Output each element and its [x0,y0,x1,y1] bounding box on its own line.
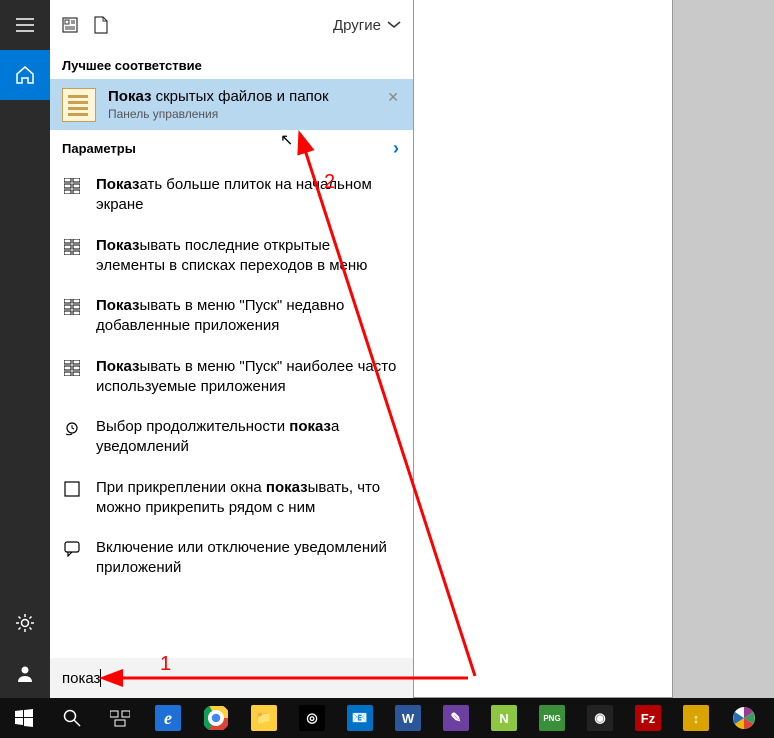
apps-filter-icon[interactable] [62,17,78,33]
taskbar-picasa-button[interactable] [720,698,768,738]
taskbar-ie-button[interactable]: e [144,698,192,738]
home-icon [15,65,35,85]
taskbar-start-button[interactable] [0,698,48,738]
tiles-icon [64,175,82,194]
settings-result-item[interactable]: Выбор продолжительности показа уведомлен… [50,407,413,468]
settings-button[interactable] [0,598,50,648]
clock-icon [64,417,82,436]
settings-result-item[interactable]: При прикреплении окна показывать, что мо… [50,468,413,529]
taskbar-winscp-button[interactable]: ↕ [672,698,720,738]
settings-section-header[interactable]: Параметры › [50,130,413,165]
settings-result-item[interactable]: Показывать в меню "Пуск" наиболее часто … [50,347,413,408]
tiles-icon [64,357,82,376]
taskbar-chrome-button[interactable] [192,698,240,738]
start-search-panel: Другие Лучшее соответствие Показ скрытых… [0,0,413,698]
best-match-subtitle: Панель управления [108,107,329,123]
best-match-title: Показ скрытых файлов и папок [108,87,329,107]
taskbar-taskview-button[interactable] [96,698,144,738]
taskbar-word-button[interactable]: W [384,698,432,738]
filter-dropdown[interactable]: Другие [333,17,401,34]
start-side-rail [0,0,50,698]
control-panel-icon [62,88,96,122]
chevron-right-icon[interactable]: › [393,138,399,159]
result-item-label: Показывать в меню "Пуск" недавно добавле… [96,296,399,337]
search-top-bar: Другие [50,0,413,50]
settings-result-item[interactable]: Показывать последние открытые элементы в… [50,226,413,287]
settings-results-list: Показать больше плиток на начальном экра… [50,165,413,589]
home-button[interactable] [0,50,50,100]
background-window [413,0,673,698]
hamburger-button[interactable] [0,0,50,50]
taskbar-lightshot-button[interactable]: ✎ [432,698,480,738]
chevron-down-icon [387,21,401,29]
remove-best-match-button[interactable]: ✕ [387,89,399,106]
result-item-label: Показывать последние открытые элементы в… [96,236,399,277]
settings-result-item[interactable]: Показывать в меню "Пуск" недавно добавле… [50,286,413,347]
tiles-icon [64,296,82,315]
taskbar: e 📁◎📧W✎NPNG◉Fz↕ [0,698,774,738]
user-icon [15,663,35,683]
taskbar-explorer-button[interactable]: 📁 [240,698,288,738]
taskbar-obs-button[interactable]: ◉ [576,698,624,738]
result-item-label: Включение или отключение уведомлений при… [96,538,399,579]
taskbar-outlook-button[interactable]: 📧 [336,698,384,738]
square-icon [64,478,82,497]
gear-icon [15,613,35,633]
result-item-label: Показывать в меню "Пуск" наиболее часто … [96,357,399,398]
taskbar-png-button[interactable]: PNG [528,698,576,738]
hamburger-icon [16,18,34,32]
taskbar-filezilla-button[interactable]: Fz [624,698,672,738]
search-input-row[interactable]: показ [50,658,413,698]
user-button[interactable] [0,648,50,698]
filter-dropdown-label: Другие [333,17,381,34]
result-item-label: Выбор продолжительности показа уведомлен… [96,417,399,458]
settings-result-item[interactable]: Показать больше плиток на начальном экра… [50,165,413,226]
result-item-label: Показать больше плиток на начальном экра… [96,175,399,216]
settings-section-label: Параметры [62,141,136,156]
documents-filter-icon[interactable] [94,16,108,34]
balloon-icon [64,538,82,557]
settings-result-item[interactable]: Включение или отключение уведомлений при… [50,528,413,589]
taskbar-aimp-button[interactable]: ◎ [288,698,336,738]
best-match-header: Лучшее соответствие [50,50,413,79]
taskbar-notepadpp-button[interactable]: N [480,698,528,738]
tiles-icon [64,236,82,255]
result-item-label: При прикреплении окна показывать, что мо… [96,478,399,519]
taskbar-search-button[interactable] [48,698,96,738]
best-match-result[interactable]: Показ скрытых файлов и папок Панель упра… [50,79,413,130]
search-results-column: Другие Лучшее соответствие Показ скрытых… [50,0,413,698]
